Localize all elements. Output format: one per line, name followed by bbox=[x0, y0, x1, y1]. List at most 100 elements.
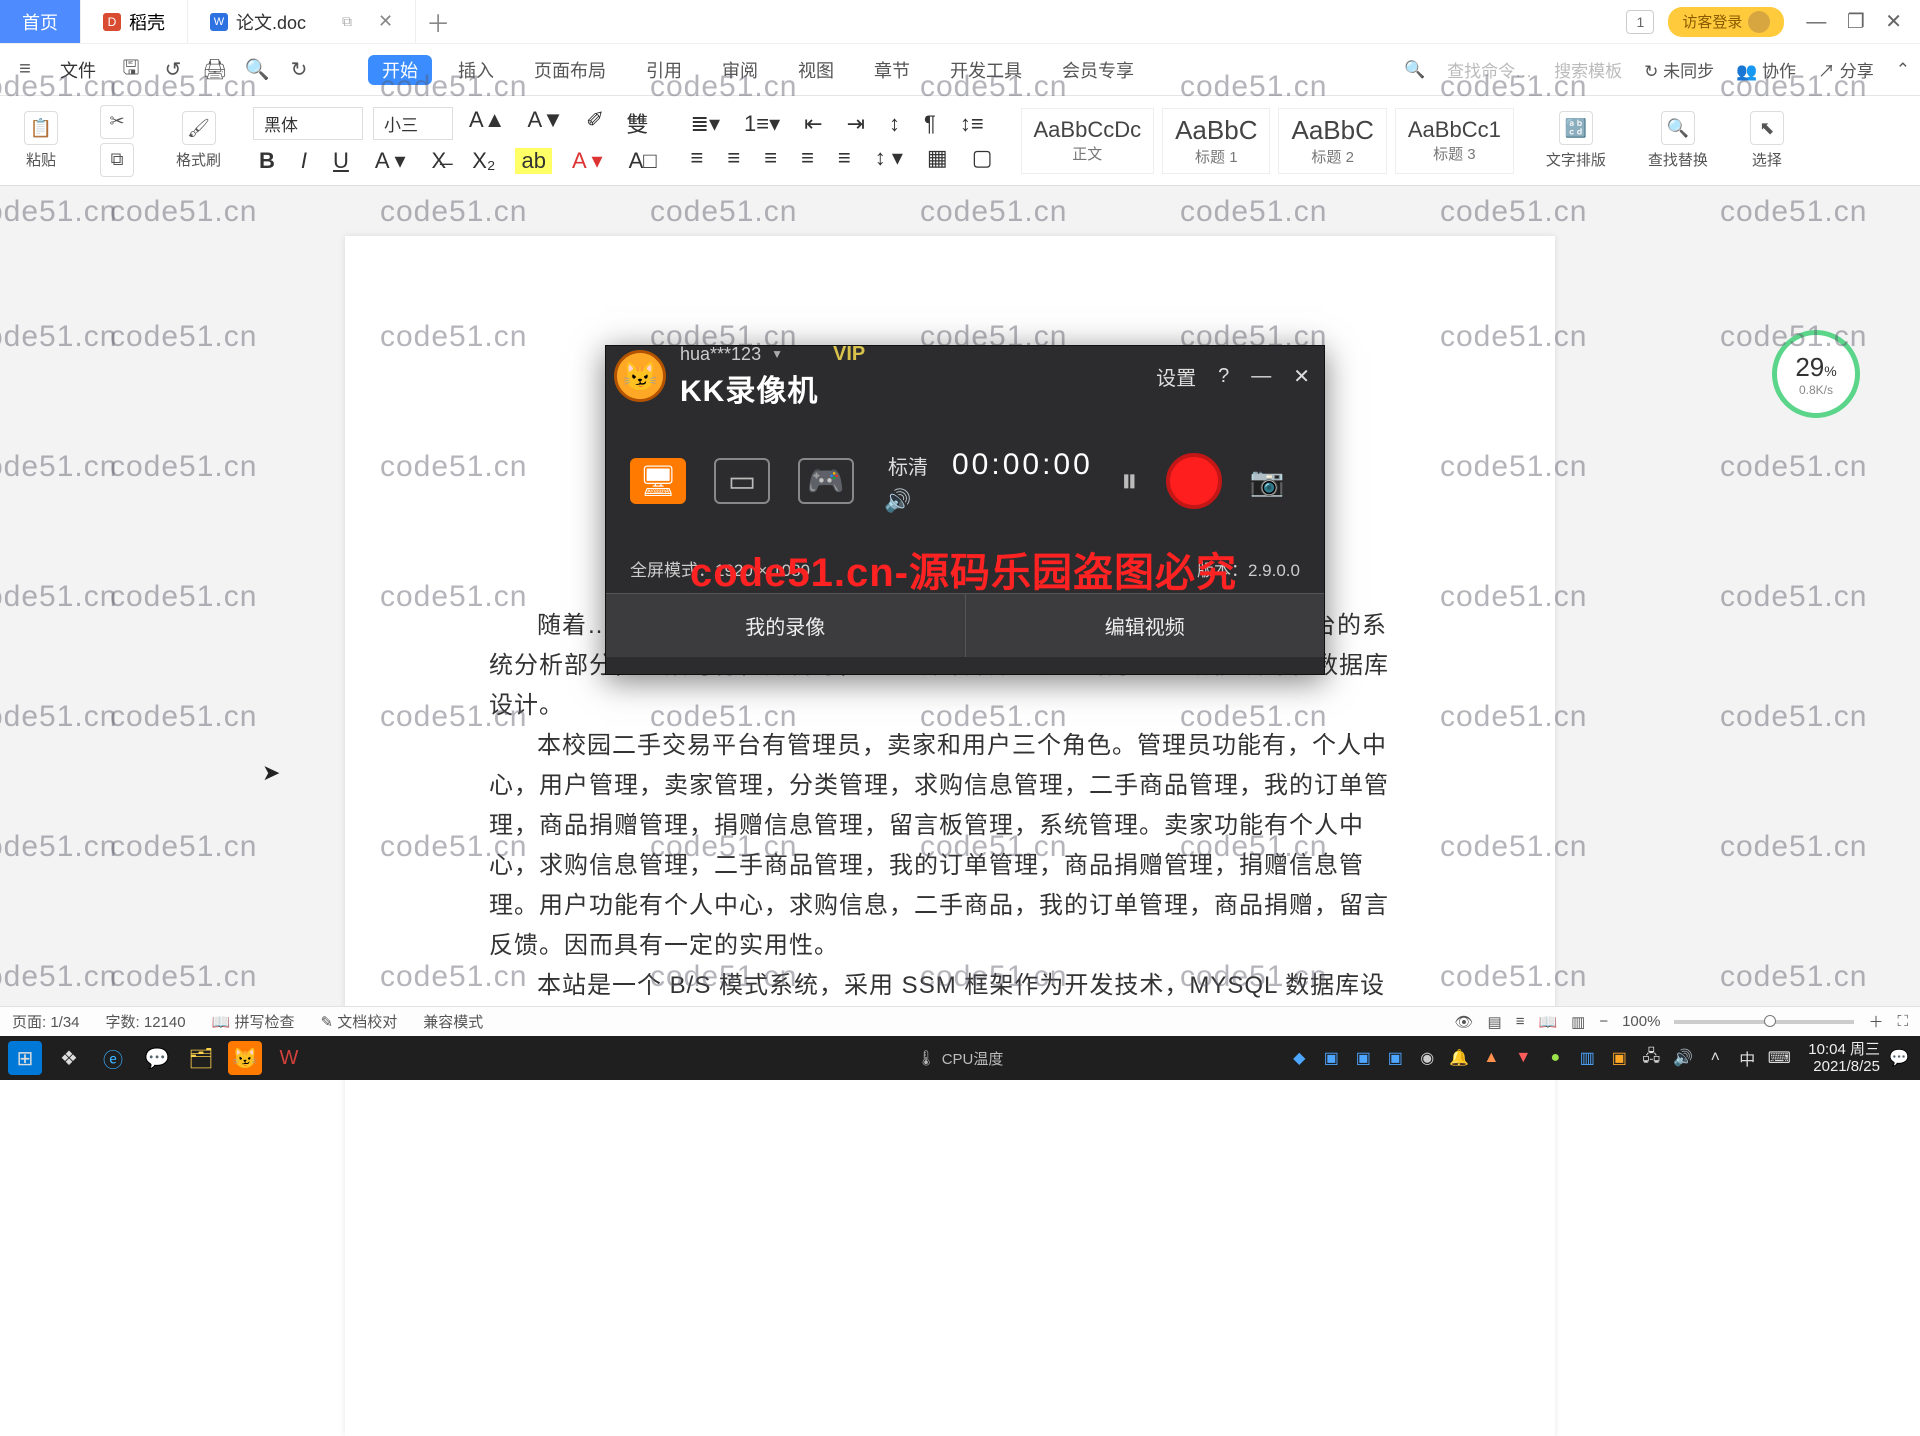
bullets-button[interactable]: ≣▾ bbox=[685, 111, 726, 137]
window-close-button[interactable]: ✕ bbox=[1877, 11, 1910, 33]
style-h1[interactable]: AaBbC标题 1 bbox=[1162, 108, 1270, 174]
bold-button[interactable]: B bbox=[253, 148, 281, 174]
style-h3[interactable]: AaBbCc1标题 3 bbox=[1395, 108, 1514, 174]
kk-help-icon[interactable]: ? bbox=[1218, 365, 1229, 388]
collab-button[interactable]: 👥 协作 bbox=[1736, 57, 1796, 82]
line-height-button[interactable]: ↕ ▾ bbox=[869, 145, 909, 171]
share-button[interactable]: ↗ 分享 bbox=[1818, 57, 1874, 82]
tray-icon-5[interactable]: ◉ bbox=[1414, 1045, 1440, 1071]
tray-icon-4[interactable]: ▣ bbox=[1382, 1045, 1408, 1071]
clear-format-icon[interactable]: ✐ bbox=[580, 107, 610, 140]
text-fill-button[interactable]: A ▾ bbox=[566, 148, 609, 174]
menu-review[interactable]: 审阅 bbox=[708, 55, 772, 85]
menu-devtools[interactable]: 开发工具 bbox=[936, 55, 1036, 85]
textbox-icon[interactable]: 🔡 bbox=[1559, 111, 1593, 145]
tray-ime-button[interactable]: 中 bbox=[1734, 1045, 1760, 1071]
status-proofread[interactable]: ✎ 文档校对 bbox=[320, 1011, 397, 1032]
tab-close-icon[interactable]: ✕ bbox=[378, 11, 393, 32]
zoom-in-button[interactable]: ＋ bbox=[1868, 1011, 1883, 1032]
strike-button[interactable]: X̶ bbox=[426, 148, 453, 174]
kk-edit-video-button[interactable]: 编辑视频 bbox=[965, 593, 1325, 657]
zoom-out-button[interactable]: − bbox=[1599, 1013, 1608, 1030]
window-restore-button[interactable]: ❐ bbox=[1839, 11, 1873, 33]
kk-min-button[interactable]: — bbox=[1251, 365, 1271, 388]
taskbar-clock[interactable]: 10:04 周三2021/8/25 bbox=[1808, 1041, 1880, 1075]
underline-button[interactable]: U bbox=[327, 148, 355, 174]
menu-page-layout[interactable]: 页面布局 bbox=[520, 55, 620, 85]
align-center-button[interactable]: ≡ bbox=[721, 145, 746, 171]
find-icon[interactable]: 🔍 bbox=[1661, 111, 1695, 145]
align-justify-button[interactable]: ≡ bbox=[795, 145, 820, 171]
font-name-select[interactable]: 黑体 bbox=[253, 107, 363, 140]
highlight-button[interactable]: ab bbox=[515, 148, 551, 174]
window-count-badge[interactable]: 1 bbox=[1626, 10, 1654, 34]
tray-icon-7[interactable]: ▼ bbox=[1510, 1045, 1536, 1071]
kk-user-label[interactable]: hua***123 bbox=[680, 344, 761, 365]
tray-icon-8[interactable]: ● bbox=[1542, 1045, 1568, 1071]
indent-dec-button[interactable]: ⇤ bbox=[798, 111, 828, 137]
save-icon[interactable]: 🖫 bbox=[116, 55, 146, 85]
tray-icon-3[interactable]: ▣ bbox=[1350, 1045, 1376, 1071]
tray-icon-1[interactable]: ◆ bbox=[1286, 1045, 1312, 1071]
menu-insert[interactable]: 插入 bbox=[444, 55, 508, 85]
zoom-slider[interactable] bbox=[1674, 1020, 1854, 1024]
taskbar-wechat-icon[interactable]: 💬 bbox=[140, 1041, 174, 1075]
performance-badge[interactable]: 29% 0.8K/s bbox=[1772, 330, 1860, 418]
cut-icon[interactable]: ✂ bbox=[100, 105, 134, 139]
ribbon-collapse-icon[interactable]: ⌃ bbox=[1896, 60, 1910, 80]
tray-icon-2[interactable]: ▣ bbox=[1318, 1045, 1344, 1071]
kk-my-recordings-button[interactable]: 我的录像 bbox=[606, 593, 965, 657]
subscript-button[interactable]: X₂ bbox=[466, 148, 501, 174]
tray-icon-10[interactable]: ▣ bbox=[1606, 1045, 1632, 1071]
zoom-label[interactable]: 100% bbox=[1622, 1013, 1660, 1030]
tray-icon-6[interactable]: ▲ bbox=[1478, 1045, 1504, 1071]
style-body[interactable]: AaBbCcDc正文 bbox=[1021, 108, 1155, 174]
view-eye-icon[interactable]: 👁 bbox=[1454, 1013, 1473, 1031]
file-menu[interactable]: 文件 bbox=[52, 57, 104, 83]
font-shrink-icon[interactable]: A▼ bbox=[521, 107, 569, 140]
char-border-button[interactable]: A□ bbox=[623, 148, 663, 174]
kk-quality-label[interactable]: 标清 bbox=[888, 451, 928, 480]
taskbar-kk-icon[interactable]: 😼 bbox=[228, 1041, 262, 1075]
menu-start[interactable]: 开始 bbox=[368, 55, 432, 85]
taskbar-explorer-icon[interactable]: 🗂 bbox=[184, 1041, 218, 1075]
kk-recorder-window[interactable]: 😼 hua***123 ▼ VIP KK录像机 设置 ? — ✕ 🖥 ▭ 🎮 标… bbox=[605, 345, 1325, 675]
window-min-button[interactable]: — bbox=[1798, 11, 1834, 33]
tray-keyboard-icon[interactable]: ⌨ bbox=[1766, 1045, 1792, 1071]
show-marks-button[interactable]: ¶ bbox=[918, 111, 942, 137]
menu-view[interactable]: 视图 bbox=[784, 55, 848, 85]
sync-status[interactable]: ↻ 未同步 bbox=[1644, 57, 1714, 82]
print-icon[interactable]: 🖨 bbox=[200, 55, 230, 85]
line-spacing-button[interactable]: ↕≡ bbox=[954, 111, 990, 137]
font-grow-icon[interactable]: A▲ bbox=[463, 107, 511, 140]
align-left-button[interactable]: ≡ bbox=[685, 145, 710, 171]
tray-bell-icon[interactable]: 🔔 bbox=[1446, 1045, 1472, 1071]
status-page[interactable]: 页面: 1/34 bbox=[12, 1011, 80, 1032]
tray-network-icon[interactable]: 🖧 bbox=[1638, 1045, 1664, 1071]
hamburger-icon[interactable]: ≡ bbox=[10, 55, 40, 85]
status-spellcheck[interactable]: 📖 拼写检查 bbox=[212, 1011, 295, 1032]
kk-mode-region-button[interactable]: ▭ bbox=[714, 458, 770, 504]
view-outline-icon[interactable]: ≡ bbox=[1516, 1013, 1525, 1030]
menu-chapter[interactable]: 章节 bbox=[860, 55, 924, 85]
kk-volume-icon[interactable]: 🔊 bbox=[884, 488, 1093, 514]
pinyin-icon[interactable]: 雙 bbox=[620, 107, 654, 140]
tray-volume-icon[interactable]: 🔊 bbox=[1670, 1045, 1696, 1071]
kk-pause-button[interactable]: ⏸ bbox=[1121, 462, 1138, 501]
menu-references[interactable]: 引用 bbox=[632, 55, 696, 85]
search-command-input[interactable]: 查找命令… bbox=[1447, 57, 1532, 82]
select-icon[interactable]: ⬉ bbox=[1750, 111, 1784, 145]
tab-home[interactable]: 首页 bbox=[0, 0, 81, 43]
redo-icon[interactable]: ↻ bbox=[284, 55, 314, 85]
style-h2[interactable]: AaBbC标题 2 bbox=[1278, 108, 1386, 174]
kk-settings-button[interactable]: 设置 bbox=[1156, 362, 1196, 391]
kk-close-button[interactable]: ✕ bbox=[1293, 364, 1310, 389]
italic-button[interactable]: I bbox=[295, 148, 313, 174]
search-template-input[interactable]: 搜索模板 bbox=[1554, 57, 1622, 82]
tab-daoke[interactable]: D 稻壳 bbox=[81, 0, 188, 43]
kk-mode-fullscreen-button[interactable]: 🖥 bbox=[630, 458, 686, 504]
tray-chevron-up-icon[interactable]: ˄ bbox=[1702, 1045, 1728, 1071]
align-distribute-button[interactable]: ≡ bbox=[832, 145, 857, 171]
action-center-icon[interactable]: 💬 bbox=[1886, 1045, 1912, 1071]
status-wordcount[interactable]: 字数: 12140 bbox=[106, 1011, 186, 1032]
